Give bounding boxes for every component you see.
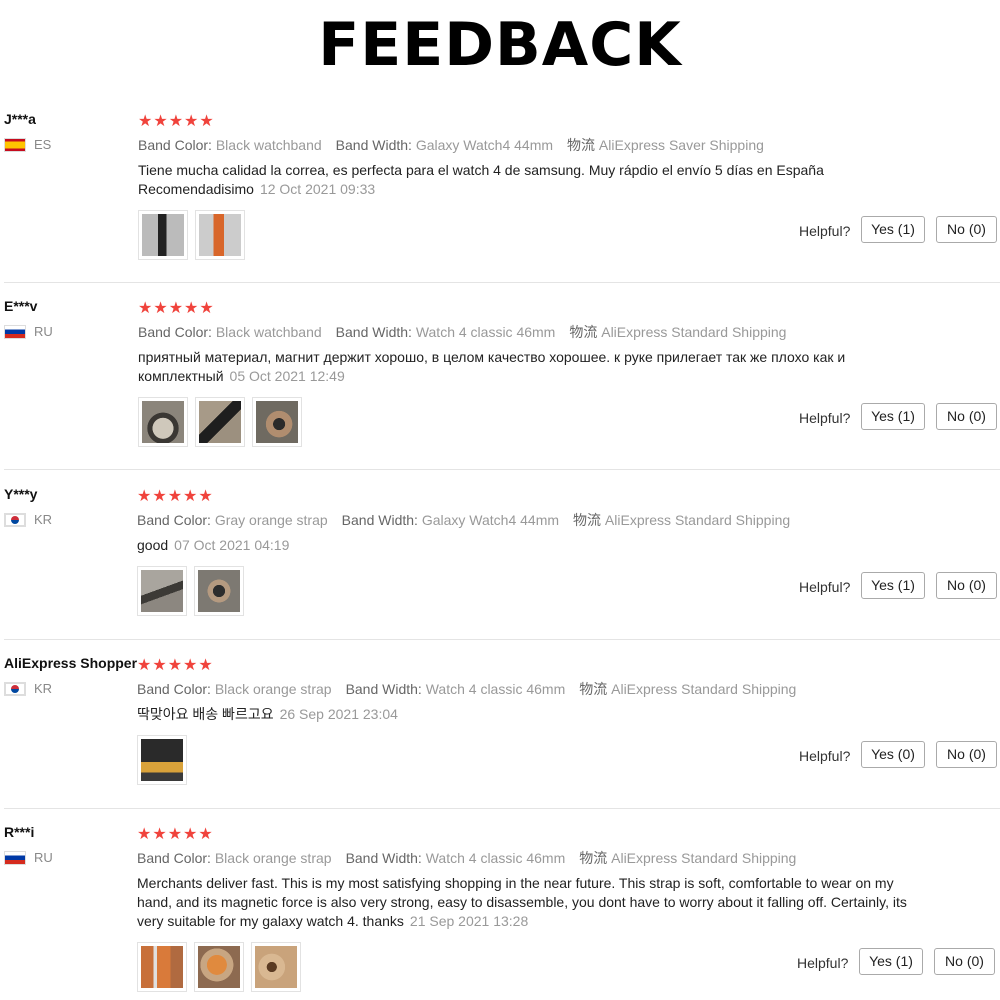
helpful-yes-button[interactable]: Yes (1): [861, 403, 925, 430]
review-photos: [138, 397, 309, 447]
product-attributes: Band Color: Black orange strap Band Width…: [137, 850, 797, 866]
helpful-label: Helpful?: [797, 955, 849, 971]
helpful-no-button[interactable]: No (0): [936, 741, 997, 768]
review-date: 21 Sep 2021 13:28: [409, 913, 529, 929]
review-photos: [137, 566, 251, 616]
helpful-label: Helpful?: [799, 748, 851, 764]
review-photo-thumbnail[interactable]: [138, 210, 188, 260]
review-photo-thumbnail[interactable]: [251, 942, 301, 992]
reviewer-country: RU: [4, 324, 53, 339]
review-photo-thumbnail[interactable]: [137, 942, 187, 992]
helpful-label: Helpful?: [799, 410, 851, 426]
review-date: 05 Oct 2021 12:49: [229, 368, 345, 384]
review-text: 딱맞아요 배송 빠르고요 26 Sep 2021 23:04: [137, 706, 398, 722]
review-text: Tiene mucha calidad la correa, es perfec…: [138, 162, 824, 197]
review-date: 07 Oct 2021 04:19: [174, 537, 290, 553]
review-photos: [137, 735, 194, 785]
review-photos: [137, 942, 308, 992]
product-attributes: Band Color: Black watchband Band Width: G…: [138, 137, 764, 153]
helpful-yes-button[interactable]: Yes (0): [861, 741, 925, 768]
reviewer-country: ES: [4, 137, 51, 152]
review-photos: [138, 210, 252, 260]
review-text: good 07 Oct 2021 04:19: [137, 537, 290, 553]
reviewer-name: E***v: [4, 298, 38, 314]
russia-flag-icon: [4, 850, 26, 865]
reviewer-name: J***a: [4, 111, 36, 127]
review-photo-thumbnail[interactable]: [137, 735, 187, 785]
review-photo-thumbnail[interactable]: [194, 942, 244, 992]
review-photo-thumbnail[interactable]: [195, 210, 245, 260]
helpful-label: Helpful?: [799, 579, 851, 595]
russia-flag-icon: [4, 324, 26, 339]
page-title: FEEDBACK: [318, 10, 682, 80]
helpful-label: Helpful?: [799, 223, 851, 239]
reviewer-name: Y***y: [4, 486, 38, 502]
reviewer-country: KR: [4, 512, 52, 527]
helpful-no-button[interactable]: No (0): [936, 216, 997, 243]
review-date: 12 Oct 2021 09:33: [259, 181, 376, 197]
review-date: 26 Sep 2021 23:04: [279, 706, 398, 722]
helpful-no-button[interactable]: No (0): [936, 572, 997, 599]
review-divider: [4, 469, 1000, 470]
spain-flag-icon: [4, 137, 26, 152]
review-photo-thumbnail[interactable]: [195, 397, 245, 447]
star-rating: ★★★★★: [137, 488, 214, 505]
product-attributes: Band Color: Black orange strap Band Width…: [137, 681, 797, 697]
reviewer-name: AliExpress Shopper: [4, 655, 138, 671]
review-divider: [4, 282, 1000, 283]
review-photo-thumbnail[interactable]: [194, 566, 244, 616]
reviewer-country: KR: [4, 681, 52, 696]
helpful-no-button[interactable]: No (0): [936, 403, 997, 430]
helpful-yes-button[interactable]: Yes (1): [859, 948, 923, 975]
product-attributes: Band Color: Black watchband Band Width: W…: [138, 324, 787, 340]
review-divider: [4, 808, 1000, 809]
reviewer-country: RU: [4, 850, 53, 865]
reviewer-name: R***i: [4, 824, 35, 840]
helpful-yes-button[interactable]: Yes (1): [861, 572, 925, 599]
star-rating: ★★★★★: [138, 300, 215, 317]
star-rating: ★★★★★: [137, 657, 214, 674]
star-rating: ★★★★★: [137, 826, 214, 843]
helpful-no-button[interactable]: No (0): [934, 948, 995, 975]
star-rating: ★★★★★: [138, 113, 215, 130]
korea-flag-icon: [4, 512, 26, 527]
review-photo-thumbnail[interactable]: [137, 566, 187, 616]
review-text: Merchants deliver fast. This is my most …: [137, 875, 907, 929]
review-text: приятный материал, магнит держит хорошо,…: [138, 349, 846, 384]
review-divider: [4, 639, 1000, 640]
review-photo-thumbnail[interactable]: [138, 397, 188, 447]
review-photo-thumbnail[interactable]: [252, 397, 302, 447]
korea-flag-icon: [4, 681, 26, 696]
product-attributes: Band Color: Gray orange strap Band Width:…: [137, 512, 791, 528]
helpful-yes-button[interactable]: Yes (1): [861, 216, 925, 243]
